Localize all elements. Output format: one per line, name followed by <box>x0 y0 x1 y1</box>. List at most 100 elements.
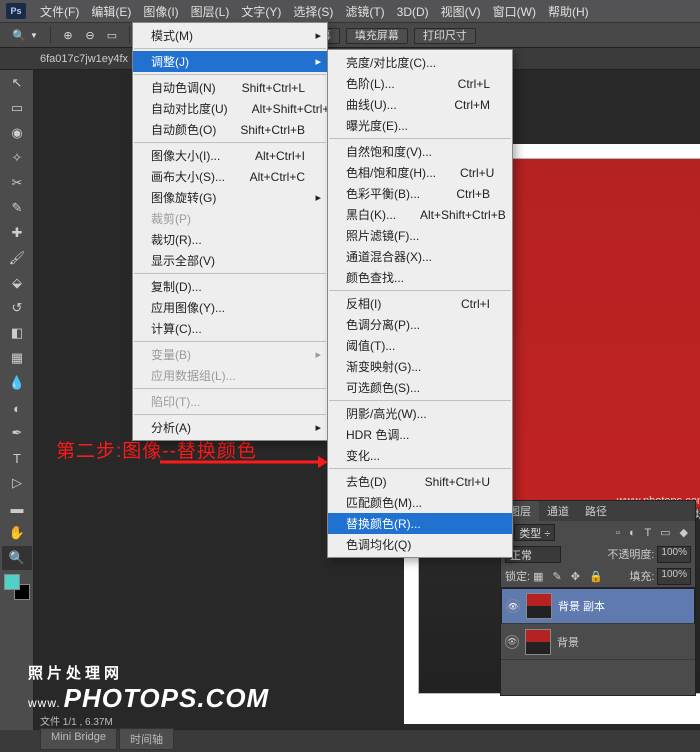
zoom-tool-icon: 🔍 <box>11 27 27 43</box>
menu-3D(D)[interactable]: 3D(D) <box>391 5 435 19</box>
menu-item[interactable]: 渐变映射(G)... <box>328 356 512 377</box>
menu-编辑(E)[interactable]: 编辑(E) <box>85 5 137 19</box>
menu-item[interactable]: 曲线(U)...Ctrl+M <box>328 94 512 115</box>
crop-tool-icon[interactable]: ✂ <box>2 171 32 195</box>
filter-icons[interactable]: ▫ ◐ T ▭ ◆ <box>616 526 691 539</box>
menu-item[interactable]: 应用图像(Y)... <box>133 297 327 318</box>
menu-视图(V)[interactable]: 视图(V) <box>435 5 487 19</box>
menu-文件(F)[interactable]: 文件(F) <box>34 5 85 19</box>
menu-item[interactable]: 自动颜色(O)Shift+Ctrl+B <box>133 119 327 140</box>
menu-item[interactable]: 可选颜色(S)... <box>328 377 512 398</box>
options-bar: 🔍 ▼ ⊕ ⊖ ▭ 细微缩放 实际像素适合屏幕填充屏幕打印尺寸 <box>0 22 700 48</box>
menu-item[interactable]: 裁切(R)... <box>133 229 327 250</box>
heal-tool-icon[interactable]: ✚ <box>2 221 32 245</box>
menu-item[interactable]: 分析(A) <box>133 417 327 438</box>
layer-row[interactable]: 👁 背景 <box>501 624 695 660</box>
layer-row[interactable]: 👁 背景 副本 <box>501 588 695 624</box>
hand-tool-icon[interactable]: ✋ <box>2 521 32 545</box>
tab-paths[interactable]: 路径 <box>577 501 615 521</box>
path-tool-icon[interactable]: ▷ <box>2 471 32 495</box>
menu-item[interactable]: 自然饱和度(V)... <box>328 141 512 162</box>
menu-窗口(W)[interactable]: 窗口(W) <box>487 5 542 19</box>
menu-item: 陷印(T)... <box>133 391 327 412</box>
color-swatch[interactable] <box>4 574 30 600</box>
zoom-tool-icon[interactable]: 🔍 <box>2 546 32 570</box>
gradient-tool-icon[interactable]: ▦ <box>2 346 32 370</box>
menu-item[interactable]: 颜色查找... <box>328 267 512 288</box>
menu-item[interactable]: 画布大小(S)...Alt+Ctrl+C <box>133 166 327 187</box>
menu-item[interactable]: 替换颜色(R)... <box>328 513 512 534</box>
menu-item[interactable]: 变化... <box>328 445 512 466</box>
app-logo: Ps <box>6 3 26 19</box>
stamp-tool-icon[interactable]: ⬙ <box>2 271 32 295</box>
menu-item[interactable]: 自动对比度(U)Alt+Shift+Ctrl+L <box>133 98 327 119</box>
menu-item[interactable]: 图像旋转(G) <box>133 187 327 208</box>
eraser-tool-icon[interactable]: ◧ <box>2 321 32 345</box>
tab-timeline[interactable]: 时间轴 <box>119 728 174 750</box>
zoom-out-icon[interactable]: ⊖ <box>82 27 98 43</box>
lock-icons[interactable]: ▦ ✎ ✥ 🔒 <box>533 570 606 583</box>
dropdown-icon[interactable]: ▼ <box>30 31 38 40</box>
menu-图像(I)[interactable]: 图像(I) <box>137 5 184 19</box>
menu-item[interactable]: 色调均化(Q) <box>328 534 512 555</box>
document-tab[interactable]: 6fa017c7jw1ey4fx <box>40 53 128 65</box>
menu-item[interactable]: 曝光度(E)... <box>328 115 512 136</box>
menu-图层(L)[interactable]: 图层(L) <box>185 5 236 19</box>
menu-滤镜(T)[interactable]: 滤镜(T) <box>339 5 390 19</box>
filter-kind-select[interactable]: 类型 ÷ <box>514 524 555 541</box>
menu-item[interactable]: 黑白(K)...Alt+Shift+Ctrl+B <box>328 204 512 225</box>
menu-item[interactable]: HDR 色调... <box>328 424 512 445</box>
marquee-tool-icon[interactable]: ▭ <box>2 96 32 120</box>
menu-item[interactable]: 复制(D)... <box>133 276 327 297</box>
visibility-icon[interactable]: 👁 <box>506 599 520 613</box>
menu-item[interactable]: 亮度/对比度(C)... <box>328 52 512 73</box>
layers-panel: 图层 通道 路径 ρ 类型 ÷ ▫ ◐ T ▭ ◆ 正常 不透明度: 100% … <box>500 500 696 696</box>
layer-thumb <box>525 629 551 655</box>
menu-item[interactable]: 色相/饱和度(H)...Ctrl+U <box>328 162 512 183</box>
lasso-tool-icon[interactable]: ◉ <box>2 121 32 145</box>
opacity-input[interactable]: 100% <box>657 546 691 563</box>
wand-tool-icon[interactable]: ✧ <box>2 146 32 170</box>
menu-item[interactable]: 阴影/高光(W)... <box>328 403 512 424</box>
layer-name: 背景 <box>557 634 579 650</box>
blend-mode-select[interactable]: 正常 <box>505 546 561 563</box>
fill-input[interactable]: 100% <box>657 568 691 585</box>
eyedropper-tool-icon[interactable]: ✎ <box>2 196 32 220</box>
menu-item[interactable]: 自动色调(N)Shift+Ctrl+L <box>133 77 327 98</box>
menu-帮助(H)[interactable]: 帮助(H) <box>542 5 595 19</box>
visibility-icon[interactable]: 👁 <box>505 635 519 649</box>
menu-选择(S)[interactable]: 选择(S) <box>287 5 339 19</box>
option-button[interactable]: 填充屏幕 <box>346 28 408 44</box>
move-tool-icon[interactable]: ↖ <box>2 71 32 95</box>
menu-文字(Y)[interactable]: 文字(Y) <box>235 5 287 19</box>
menu-item[interactable]: 通道混合器(X)... <box>328 246 512 267</box>
pen-tool-icon[interactable]: ✒ <box>2 421 32 445</box>
brush-tool-icon[interactable]: 🖌 <box>2 246 32 270</box>
shape-tool-icon[interactable]: ▬ <box>2 496 32 520</box>
window-icon[interactable]: ▭ <box>104 27 120 43</box>
menu-item[interactable]: 色彩平衡(B)...Ctrl+B <box>328 183 512 204</box>
adjustments-submenu: 亮度/对比度(C)...色阶(L)...Ctrl+L曲线(U)...Ctrl+M… <box>327 49 513 558</box>
dodge-tool-icon[interactable]: ◐ <box>2 396 32 420</box>
menu-item[interactable]: 模式(M) <box>133 25 327 46</box>
layer-name: 背景 副本 <box>558 598 605 614</box>
menu-item[interactable]: 色调分离(P)... <box>328 314 512 335</box>
tab-channels[interactable]: 通道 <box>539 501 577 521</box>
menu-item[interactable]: 匹配颜色(M)... <box>328 492 512 513</box>
menu-item[interactable]: 去色(D)Shift+Ctrl+U <box>328 471 512 492</box>
menu-item[interactable]: 计算(C)... <box>133 318 327 339</box>
menu-item[interactable]: 图像大小(I)...Alt+Ctrl+I <box>133 145 327 166</box>
menu-item[interactable]: 照片滤镜(F)... <box>328 225 512 246</box>
menu-item[interactable]: 反相(I)Ctrl+I <box>328 293 512 314</box>
history-brush-tool-icon[interactable]: ↺ <box>2 296 32 320</box>
tab-mini-bridge[interactable]: Mini Bridge <box>40 728 117 750</box>
zoom-in-icon[interactable]: ⊕ <box>60 27 76 43</box>
blur-tool-icon[interactable]: 💧 <box>2 371 32 395</box>
type-tool-icon[interactable]: T <box>2 446 32 470</box>
option-button[interactable]: 打印尺寸 <box>414 28 476 44</box>
menu-item[interactable]: 调整(J) <box>133 51 327 72</box>
menu-item: 裁剪(P) <box>133 208 327 229</box>
menu-item[interactable]: 色阶(L)...Ctrl+L <box>328 73 512 94</box>
menu-item[interactable]: 阈值(T)... <box>328 335 512 356</box>
menu-item[interactable]: 显示全部(V) <box>133 250 327 271</box>
